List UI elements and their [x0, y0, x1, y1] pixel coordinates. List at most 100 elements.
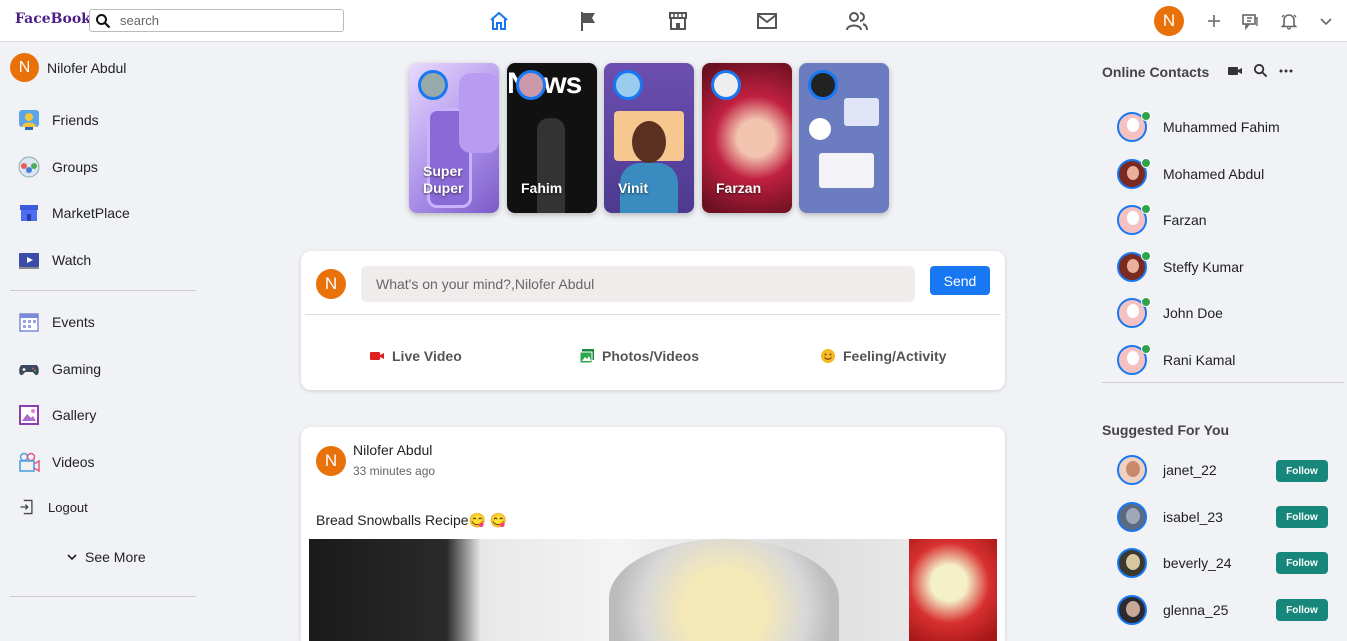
- dessert-glass: [909, 539, 997, 641]
- see-more-button[interactable]: See More: [66, 549, 146, 565]
- post-avatar[interactable]: N: [316, 446, 346, 476]
- sidebar-item-label: MarketPlace: [52, 205, 130, 221]
- sidebar-item-label: Logout: [48, 499, 88, 515]
- composer-divider: [305, 314, 1001, 315]
- contact-item[interactable]: Farzan: [1117, 204, 1207, 236]
- search-input[interactable]: [120, 12, 335, 29]
- friends-icon: [19, 110, 39, 130]
- follow-button[interactable]: Follow: [1276, 460, 1328, 482]
- story-card[interactable]: Super Duper: [409, 63, 499, 213]
- story-image: [809, 118, 831, 140]
- flag-icon[interactable]: [578, 10, 600, 32]
- sidebar-item-groups[interactable]: Groups: [18, 154, 98, 180]
- sidebar-item-friends[interactable]: Friends: [18, 107, 99, 133]
- people-icon[interactable]: [846, 10, 868, 32]
- story-image: [844, 98, 879, 126]
- suggestion-item[interactable]: isabel_23: [1117, 501, 1223, 533]
- sidebar-item-gallery[interactable]: Gallery: [18, 402, 96, 428]
- mail-icon[interactable]: [756, 10, 778, 32]
- suggestion-avatar: [1117, 455, 1147, 485]
- search-icon[interactable]: [1253, 63, 1268, 78]
- smiley-icon: [821, 349, 835, 363]
- suggestion-name: isabel_23: [1163, 509, 1223, 525]
- post-timestamp: 33 minutes ago: [353, 464, 436, 478]
- suggestion-item[interactable]: beverly_24: [1117, 547, 1232, 579]
- contact-item[interactable]: John Doe: [1117, 297, 1223, 329]
- sidebar-item-label: Groups: [52, 159, 98, 175]
- photos-videos-button[interactable]: Photos/Videos: [579, 348, 699, 364]
- sidebar-item-videos[interactable]: Videos: [18, 449, 95, 475]
- send-button[interactable]: Send: [930, 266, 990, 295]
- contact-item[interactable]: Steffy Kumar: [1117, 251, 1244, 283]
- dessert-bowl: [609, 539, 839, 641]
- events-icon: [19, 313, 39, 332]
- suggestion-avatar: [1117, 548, 1147, 578]
- story-image: [459, 73, 499, 153]
- live-video-button[interactable]: Live Video: [369, 348, 462, 364]
- story-avatar: [711, 70, 741, 100]
- follow-button[interactable]: Follow: [1276, 599, 1328, 621]
- sidebar-item-events[interactable]: Events: [18, 309, 95, 335]
- suggestion-item[interactable]: glenna_25: [1117, 594, 1228, 626]
- chevron-down-icon[interactable]: [1317, 12, 1335, 30]
- suggestion-name: beverly_24: [1163, 555, 1232, 571]
- story-avatar: [418, 70, 448, 100]
- videos-icon: [19, 452, 40, 473]
- store-icon[interactable]: [667, 10, 689, 32]
- sidebar-profile[interactable]: N Nilofer Abdul: [10, 53, 126, 82]
- post-image[interactable]: [309, 539, 997, 641]
- story-image: [819, 153, 874, 188]
- contact-name: Mohamed Abdul: [1163, 166, 1265, 182]
- messenger-icon[interactable]: [1241, 12, 1259, 30]
- composer-avatar: N: [316, 269, 346, 299]
- post-text: Bread Snowballs Recipe😋 😋: [316, 512, 508, 528]
- follow-button[interactable]: Follow: [1276, 552, 1328, 574]
- story-card[interactable]: Vinit: [604, 63, 694, 213]
- online-indicator: [1141, 204, 1151, 214]
- contact-name: Rani Kamal: [1163, 352, 1236, 368]
- gaming-icon: [19, 365, 39, 376]
- logout-icon: [20, 499, 33, 515]
- feeling-activity-button[interactable]: Feeling/Activity: [820, 348, 946, 364]
- sidebar-item-marketplace[interactable]: MarketPlace: [18, 200, 130, 226]
- contact-item[interactable]: Rani Kamal: [1117, 344, 1235, 376]
- post-card: N Nilofer Abdul 33 minutes ago Bread Sno…: [301, 427, 1005, 641]
- sidebar-item-label: Gallery: [52, 407, 97, 423]
- suggestion-name: janet_22: [1163, 462, 1217, 478]
- sidebar-item-gaming[interactable]: Gaming: [18, 356, 101, 382]
- right-divider: [1102, 382, 1344, 383]
- follow-button[interactable]: Follow: [1276, 506, 1328, 528]
- more-options-icon[interactable]: [1279, 64, 1293, 78]
- brand-logo[interactable]: FaceBook: [15, 11, 91, 27]
- right-sidebar: Online Contacts Muhammed Fahim Mohamed A…: [1090, 43, 1347, 641]
- sidebar-item-label: Events: [52, 314, 95, 330]
- post-composer: N Send Live Video Photos/Videos Feeling/…: [301, 251, 1005, 390]
- online-indicator: [1141, 111, 1151, 121]
- option-label: Feeling/Activity: [843, 348, 947, 364]
- story-card[interactable]: Farzan: [702, 63, 792, 213]
- story-avatar: [516, 70, 546, 100]
- suggestion-item[interactable]: janet_22: [1117, 454, 1217, 486]
- bell-icon[interactable]: [1280, 12, 1298, 30]
- sidebar-item-logout[interactable]: Logout: [18, 494, 88, 520]
- sidebar-item-label: Friends: [52, 112, 99, 128]
- sidebar-item-watch[interactable]: Watch: [18, 247, 91, 273]
- suggested-title: Suggested For You: [1102, 422, 1230, 438]
- online-contacts-title: Online Contacts: [1102, 64, 1210, 80]
- top-navbar: FaceBook N: [0, 0, 1347, 42]
- home-icon[interactable]: [488, 10, 510, 32]
- photo-icon: [579, 349, 594, 364]
- contact-name: Steffy Kumar: [1163, 259, 1244, 275]
- story-card[interactable]: [799, 63, 889, 213]
- story-image: [537, 118, 565, 213]
- plus-icon[interactable]: [1205, 12, 1223, 30]
- story-image: [632, 121, 666, 163]
- sidebar-divider: [10, 290, 196, 291]
- video-camera-icon[interactable]: [1227, 64, 1243, 78]
- story-card[interactable]: Νews Fahim: [507, 63, 597, 213]
- post-author[interactable]: Nilofer Abdul: [353, 442, 432, 458]
- see-more-label: See More: [85, 549, 146, 565]
- profile-avatar[interactable]: N: [1154, 6, 1184, 36]
- contact-item[interactable]: Mohamed Abdul: [1117, 158, 1264, 190]
- status-input[interactable]: [361, 266, 915, 302]
